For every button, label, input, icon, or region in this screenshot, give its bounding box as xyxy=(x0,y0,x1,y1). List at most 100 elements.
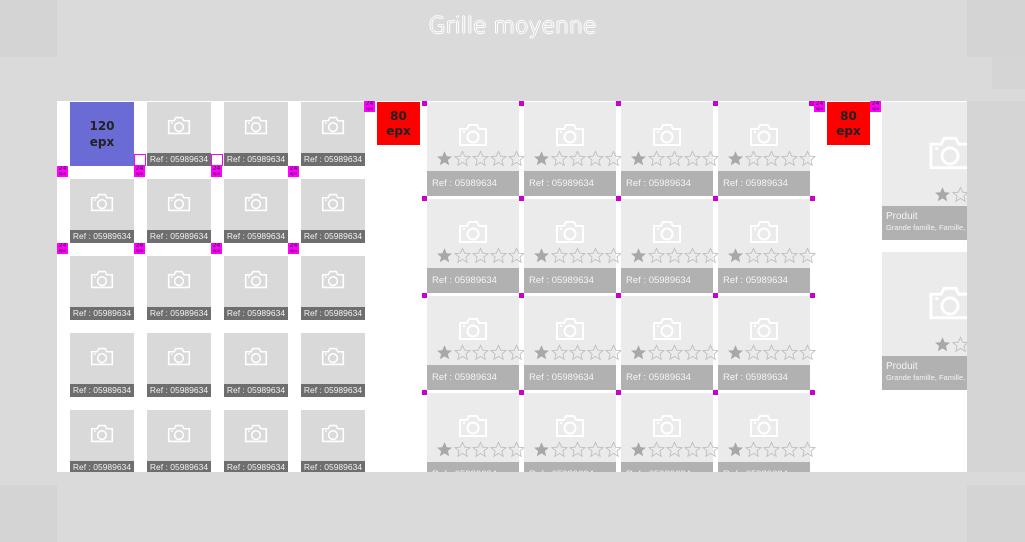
product-tile-medium[interactable]: Ref : 05989634 xyxy=(718,296,817,390)
star-empty-icon xyxy=(683,150,702,167)
ref-label: Ref : 05989634 xyxy=(224,230,288,243)
camera-icon xyxy=(652,123,682,147)
star-empty-icon xyxy=(489,247,508,264)
product-tile-large[interactable]: ProduitGrande famille, Famille, Sous fam… xyxy=(882,102,967,240)
margin-block-80-right: 80 epx xyxy=(827,102,870,145)
ref-label: Ref : 05989634 xyxy=(427,268,519,293)
product-tile-medium[interactable]: Ref : 05989634 xyxy=(427,296,526,390)
product-tile-small[interactable]: Ref : 05989634 xyxy=(147,179,211,243)
star-filled-icon xyxy=(727,344,744,361)
product-tile-small[interactable]: Ref : 05989634 xyxy=(224,256,288,320)
ref-label: Ref : 05989634 xyxy=(224,384,288,397)
star-empty-icon xyxy=(683,441,702,458)
star-filled-icon xyxy=(533,150,550,167)
camera-icon xyxy=(321,116,345,135)
camera-icon xyxy=(167,116,191,135)
ref-label: Ref : 05989634 xyxy=(70,461,134,472)
rating-stars xyxy=(727,441,817,458)
product-tile-small[interactable]: Ref : 05989634 xyxy=(224,410,288,472)
product-tile-small[interactable]: Ref : 05989634 xyxy=(70,179,134,243)
gutter-dot xyxy=(713,390,718,395)
product-tile-small[interactable]: Ref : 05989634 xyxy=(224,102,288,166)
product-tile-medium[interactable]: Ref : 05989634 xyxy=(621,199,720,293)
gutter-dot xyxy=(422,101,427,106)
product-tile-medium[interactable]: Ref : 05989634 xyxy=(427,199,526,293)
camera-icon xyxy=(90,270,114,289)
product-tile-small[interactable]: Ref : 05989634 xyxy=(301,410,365,472)
product-tile-medium[interactable]: Ref : 05989634 xyxy=(524,296,623,390)
product-tile-small[interactable]: Ref : 05989634 xyxy=(70,410,134,472)
ref-label: Ref : 05989634 xyxy=(718,171,810,196)
product-tile-small[interactable]: Ref : 05989634 xyxy=(70,256,134,320)
star-filled-icon xyxy=(630,441,647,458)
gutter-dot xyxy=(713,101,718,106)
rating-stars xyxy=(533,344,623,361)
rating-stars xyxy=(727,344,817,361)
marker-unit: epx xyxy=(212,248,221,253)
star-empty-icon xyxy=(489,344,508,361)
bg-corner-bottom-right xyxy=(967,485,1025,542)
star-empty-icon xyxy=(489,150,508,167)
star-empty-icon xyxy=(762,150,781,167)
rating-stars xyxy=(630,247,720,264)
star-empty-icon xyxy=(586,247,605,264)
star-empty-icon xyxy=(568,150,587,167)
ref-label: Ref : 05989634 xyxy=(427,365,519,390)
marker-unit: epx xyxy=(289,171,298,176)
rating-stars xyxy=(934,336,967,353)
star-filled-icon xyxy=(533,344,550,361)
product-tile-medium[interactable]: Ref : 05989634 xyxy=(621,296,720,390)
marker-unit: epx xyxy=(212,171,221,176)
right-edge-shade xyxy=(967,101,1025,472)
rating-stars xyxy=(436,344,526,361)
spacing-marker: 24 epx xyxy=(288,166,299,177)
star-empty-icon xyxy=(568,441,587,458)
ref-label: Ref : 05989634 xyxy=(70,384,134,397)
product-tile-small[interactable]: Ref : 05989634 xyxy=(301,102,365,166)
star-empty-icon xyxy=(683,247,702,264)
star-empty-icon xyxy=(683,344,702,361)
rating-stars xyxy=(533,150,623,167)
product-name: Produit xyxy=(886,211,918,222)
camera-icon xyxy=(458,220,488,244)
star-empty-icon xyxy=(701,441,720,458)
product-tile-medium[interactable]: Ref : 05989634 xyxy=(621,393,720,472)
product-tile-small[interactable]: Ref : 05989634 xyxy=(301,256,365,320)
product-tile-medium[interactable]: Ref : 05989634 xyxy=(524,199,623,293)
product-tile-medium[interactable]: Ref : 05989634 xyxy=(621,102,720,196)
product-tile-small[interactable]: Ref : 05989634 xyxy=(147,102,211,166)
ref-label: Ref : 05989634 xyxy=(301,384,365,397)
product-tile-medium[interactable]: Ref : 05989634 xyxy=(718,102,817,196)
product-tile-medium[interactable]: Ref : 05989634 xyxy=(524,102,623,196)
marker-unit: epx xyxy=(58,171,67,176)
product-tile-small[interactable]: Ref : 05989634 xyxy=(224,333,288,397)
product-tile-medium[interactable]: Ref : 05989634 xyxy=(427,102,526,196)
camera-icon xyxy=(244,270,268,289)
star-empty-icon xyxy=(951,186,967,203)
camera-icon xyxy=(555,317,585,341)
product-tile-medium[interactable]: Ref : 05989634 xyxy=(524,393,623,472)
product-tile-small[interactable]: Ref : 05989634 xyxy=(147,333,211,397)
star-empty-icon xyxy=(489,441,508,458)
spacing-marker: 24 epx xyxy=(134,166,145,177)
star-empty-icon xyxy=(762,344,781,361)
product-tile-small[interactable]: Ref : 05989634 xyxy=(301,333,365,397)
camera-icon xyxy=(749,414,779,438)
camera-icon xyxy=(167,193,191,212)
star-empty-icon xyxy=(780,247,799,264)
marker-unit: epx xyxy=(365,106,374,111)
spacing-marker: 24 epx xyxy=(57,243,68,254)
camera-icon xyxy=(244,116,268,135)
product-tile-large[interactable]: ProduitGrande famille, Famille, Sous fam… xyxy=(882,252,967,390)
product-tile-medium[interactable]: Ref : 05989634 xyxy=(427,393,526,472)
product-tile-medium[interactable]: Ref : 05989634 xyxy=(718,199,817,293)
camera-icon xyxy=(321,424,345,443)
product-tile-small[interactable]: Ref : 05989634 xyxy=(301,179,365,243)
rating-stars xyxy=(533,247,623,264)
product-tile-small[interactable]: Ref : 05989634 xyxy=(147,410,211,472)
star-empty-icon xyxy=(507,441,526,458)
product-tile-medium[interactable]: Ref : 05989634 xyxy=(718,393,817,472)
product-tile-small[interactable]: Ref : 05989634 xyxy=(70,333,134,397)
product-tile-small[interactable]: Ref : 05989634 xyxy=(224,179,288,243)
product-tile-small[interactable]: Ref : 05989634 xyxy=(147,256,211,320)
